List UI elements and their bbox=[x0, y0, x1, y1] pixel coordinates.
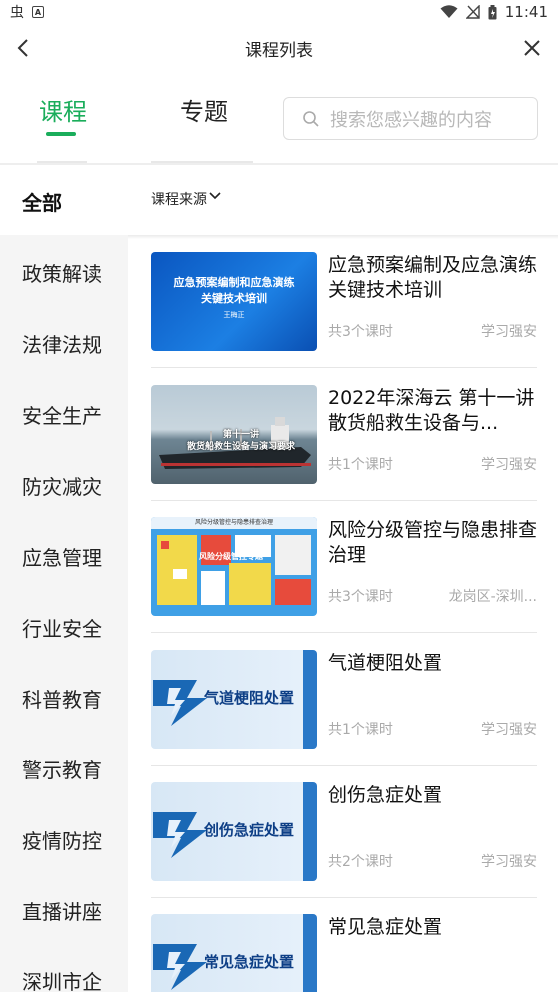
course-item[interactable]: 风险分级管控与隐患排查治理 风险分级管控专题 风险分级管控与隐患排查治理 共3个… bbox=[151, 500, 537, 633]
no-signal-icon bbox=[465, 5, 480, 19]
risk-map-image bbox=[157, 535, 311, 605]
lesson-count: 共1个课时 bbox=[328, 457, 393, 473]
course-item[interactable]: 第十一讲 散货船救生设备与演习要求 2022年深海云 第十一讲 散货船救生设备与… bbox=[151, 368, 537, 501]
tab-course[interactable]: 课程 bbox=[39, 92, 87, 127]
filter-label: 课程来源 bbox=[151, 192, 207, 208]
course-title: 气道梗阻处置 bbox=[328, 652, 443, 674]
search-input[interactable]: 搜索您感兴趣的内容 bbox=[283, 97, 538, 140]
clock: 11:41 bbox=[504, 3, 548, 21]
search-placeholder: 搜索您感兴趣的内容 bbox=[330, 109, 492, 131]
category-sidebar: 全部 政策解读 法律法规 安全生产 防灾减灾 应急管理 行业安全 科普教育 警示… bbox=[0, 167, 128, 992]
sidebar-item-disaster-prevention[interactable]: 防灾减灾 bbox=[22, 471, 102, 500]
thumbnail-text: 王梅正 bbox=[223, 311, 245, 319]
notification-app-icon: 虫 bbox=[10, 5, 24, 21]
lesson-count: 共1个课时 bbox=[328, 722, 393, 738]
thumbnail-text: 常见急症处置 bbox=[204, 953, 295, 971]
tab-divider bbox=[151, 161, 253, 163]
course-source: 学习强安 bbox=[481, 457, 537, 473]
course-source: 学习强安 bbox=[481, 854, 537, 870]
sidebar-item-shenzhen[interactable]: 深圳市企 bbox=[22, 966, 102, 992]
thumbnail-text: 风险分级管控专题 bbox=[199, 552, 263, 561]
tab-divider bbox=[37, 161, 87, 163]
sidebar-item-warning-education[interactable]: 警示教育 bbox=[22, 754, 102, 783]
thumbnail-text: 应急预案编制和应急演练 bbox=[173, 276, 295, 289]
course-source: 学习强安 bbox=[481, 324, 537, 340]
course-item[interactable]: 气道梗阻处置 气道梗阻处置 共1个课时 学习强安 bbox=[151, 633, 537, 766]
course-thumbnail: 创伤急症处置 bbox=[151, 782, 317, 881]
status-bar: 虫 A 11:41 bbox=[0, 0, 558, 24]
sidebar-item-industry-safety[interactable]: 行业安全 bbox=[22, 613, 102, 642]
sidebar-item-all[interactable]: 全部 bbox=[0, 167, 128, 235]
emergency-logo-icon bbox=[153, 944, 207, 990]
page-title: 课程列表 bbox=[245, 40, 313, 61]
course-title: 常见急症处置 bbox=[328, 916, 443, 938]
course-source: 学习强安 bbox=[481, 722, 537, 738]
lesson-count: 共3个课时 bbox=[328, 324, 393, 340]
lesson-count: 共3个课时 bbox=[328, 589, 393, 605]
sidebar-item-epidemic[interactable]: 疫情防控 bbox=[22, 825, 102, 854]
course-thumbnail: 应急预案编制和应急演练 关键技术培训 王梅正 bbox=[151, 252, 317, 351]
course-item[interactable]: 应急预案编制和应急演练 关键技术培训 王梅正 应急预案编制及应急演练关键技术培训… bbox=[151, 235, 537, 368]
course-item[interactable]: 常见急症处置 常见急症处置 bbox=[151, 897, 537, 992]
course-title: 应急预案编制及应急演练关键技术培训 bbox=[328, 254, 537, 301]
sidebar-item-live-lectures[interactable]: 直播讲座 bbox=[22, 896, 102, 925]
thumbnail-text: 创伤急症处置 bbox=[204, 821, 295, 839]
chevron-down-icon bbox=[209, 192, 221, 200]
close-icon[interactable] bbox=[518, 34, 546, 62]
lesson-count: 共2个课时 bbox=[328, 854, 393, 870]
active-tab-indicator bbox=[46, 132, 76, 136]
back-arrow-icon[interactable] bbox=[10, 34, 38, 62]
battery-icon bbox=[488, 4, 497, 19]
thumbnail-text: 关键技术培训 bbox=[201, 292, 267, 305]
course-item[interactable]: 创伤急症处置 创伤急症处置 共2个课时 学习强安 bbox=[151, 765, 537, 898]
course-thumbnail: 常见急症处置 bbox=[151, 914, 317, 992]
sidebar-item-policy[interactable]: 政策解读 bbox=[22, 258, 102, 287]
thumbnail-stripe bbox=[303, 782, 317, 881]
sidebar-item-laws[interactable]: 法律法规 bbox=[22, 329, 102, 358]
thumbnail-text: 风险分级管控与隐患排查治理 bbox=[151, 517, 317, 529]
source-filter[interactable]: 课程来源 bbox=[128, 167, 558, 235]
thumbnail-stripe bbox=[303, 650, 317, 749]
tab-bar: 课程 专题 搜索您感兴趣的内容 bbox=[0, 72, 558, 165]
thumbnail-stripe bbox=[303, 914, 317, 992]
sidebar-item-label: 全部 bbox=[22, 191, 62, 215]
sidebar-item-science-education[interactable]: 科普教育 bbox=[22, 684, 102, 713]
sidebar-item-safety-production[interactable]: 安全生产 bbox=[22, 400, 102, 429]
emergency-logo-icon bbox=[153, 812, 207, 858]
tab-topic[interactable]: 专题 bbox=[180, 92, 228, 127]
search-icon bbox=[303, 110, 319, 127]
course-thumbnail: 气道梗阻处置 bbox=[151, 650, 317, 749]
title-bar: 课程列表 bbox=[0, 24, 558, 72]
thumbnail-text: 气道梗阻处置 bbox=[204, 689, 295, 707]
course-thumbnail: 风险分级管控与隐患排查治理 风险分级管控专题 bbox=[151, 517, 317, 616]
notification-a-icon: A bbox=[32, 6, 44, 18]
emergency-logo-icon bbox=[153, 680, 207, 726]
course-title: 2022年深海云 第十一讲 散货船救生设备与... bbox=[328, 387, 535, 434]
thumbnail-text: 散货船救生设备与演习要求 bbox=[186, 442, 295, 452]
course-title: 风险分级管控与隐患排查治理 bbox=[328, 519, 537, 566]
course-source: 龙岗区-深圳... bbox=[448, 589, 537, 605]
sidebar-item-emergency-management[interactable]: 应急管理 bbox=[22, 542, 102, 571]
wifi-icon bbox=[440, 5, 458, 18]
course-title: 创伤急症处置 bbox=[328, 784, 443, 806]
course-thumbnail: 第十一讲 散货船救生设备与演习要求 bbox=[151, 385, 317, 484]
